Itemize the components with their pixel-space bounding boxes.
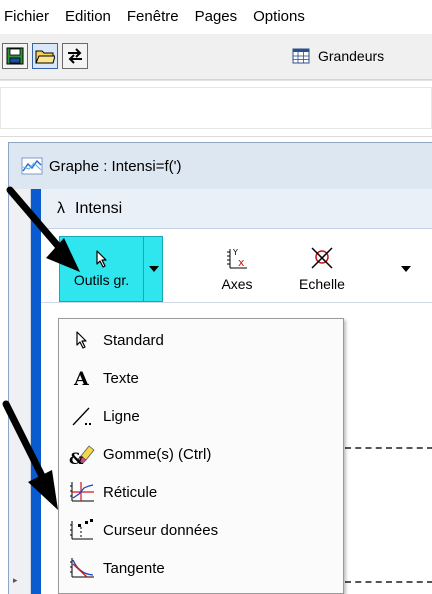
grandeurs-button[interactable]: Grandeurs <box>292 44 384 68</box>
left-scroll-panel <box>9 189 31 594</box>
menu-bar: Fichier Edition Fenêtre Pages Options <box>0 0 432 34</box>
save-button[interactable] <box>2 43 28 69</box>
menu-fenetre[interactable]: Fenêtre <box>119 0 187 34</box>
curve-header: λ Intensi <box>41 189 432 229</box>
svg-text:x: x <box>238 256 245 269</box>
toolbar: Grandeurs <box>0 34 432 80</box>
window-accent-bar <box>31 189 41 594</box>
menu-item-ligne[interactable]: Ligne <box>59 397 343 435</box>
outils-gr-label: Outils gr. <box>73 272 130 288</box>
open-folder-icon <box>35 50 55 64</box>
svg-text:&: & <box>69 449 84 466</box>
cursor-icon <box>95 250 107 268</box>
cursor-icon <box>76 331 87 349</box>
menu-item-label: Gomme(s) (Ctrl) <box>103 445 212 463</box>
menu-edition[interactable]: Edition <box>57 0 119 34</box>
outils-gr-dropdown-button[interactable] <box>145 237 163 301</box>
menu-item-standard[interactable]: Standard <box>59 321 343 359</box>
menu-options[interactable]: Options <box>245 0 313 34</box>
tools-dropdown-menu: Standard A Texte Ligne & Gomme(s) (Ctrl)… <box>58 318 344 594</box>
more-tools-dropdown[interactable] <box>397 236 415 302</box>
menu-item-label: Ligne <box>103 407 140 425</box>
grid-line <box>345 447 432 449</box>
scale-icon <box>311 247 333 269</box>
data-cursor-icon <box>70 519 93 540</box>
graph-window-title: Graphe : Intensi=f(') <box>49 157 182 175</box>
chevron-down-icon <box>401 266 411 272</box>
menu-item-texte[interactable]: A Texte <box>59 359 343 397</box>
lambda-symbol: λ <box>57 199 65 217</box>
menu-pages[interactable]: Pages <box>187 0 246 34</box>
menu-fichier[interactable]: Fichier <box>0 0 57 34</box>
reticle-icon <box>70 482 94 502</box>
echelle-button[interactable]: Echelle <box>287 236 357 302</box>
formula-input[interactable] <box>0 87 432 129</box>
menu-item-tangente[interactable]: Tangente <box>59 549 343 587</box>
menu-item-label: Tangente <box>103 559 165 577</box>
grandeurs-label: Grandeurs <box>318 48 385 64</box>
menu-item-reticule[interactable]: Réticule <box>59 473 343 511</box>
text-icon: A <box>73 368 89 388</box>
line-icon <box>72 407 91 426</box>
curve-name: Intensi <box>75 199 123 217</box>
grid-line <box>345 581 432 583</box>
graph-icon <box>21 157 43 175</box>
scroll-right-icon[interactable]: ▸ <box>13 575 18 586</box>
menu-item-gomme[interactable]: & Gomme(s) (Ctrl) <box>59 435 343 473</box>
chevron-down-icon <box>149 266 159 272</box>
graph-window-titlebar[interactable]: Graphe : Intensi=f(') <box>9 143 432 189</box>
table-icon <box>292 48 310 64</box>
menu-item-label: Curseur données <box>103 521 219 539</box>
open-button[interactable] <box>32 43 58 69</box>
axes-label: Axes <box>221 276 253 292</box>
menu-item-label: Standard <box>103 331 164 349</box>
tangent-icon <box>70 558 94 578</box>
save-icon <box>6 47 24 65</box>
swap-arrows-icon <box>68 48 82 64</box>
axes-icon: Y x <box>227 248 247 269</box>
outils-graphiques-button[interactable]: Outils gr. <box>59 236 163 302</box>
eraser-icon: & <box>69 445 95 466</box>
menu-item-label: Réticule <box>103 483 158 501</box>
formula-strip <box>0 80 432 137</box>
menu-item-label: Texte <box>103 369 139 387</box>
menu-item-curseur-donnees[interactable]: Curseur données <box>59 511 343 549</box>
axes-button[interactable]: Y x Axes <box>207 236 267 302</box>
echelle-label: Echelle <box>299 276 345 292</box>
outils-gr-main[interactable]: Outils gr. <box>60 237 144 301</box>
swap-button[interactable] <box>62 43 88 69</box>
graph-toolbar: Outils gr. Y x Axes Echelle <box>41 229 432 303</box>
svg-text:A: A <box>73 368 89 388</box>
